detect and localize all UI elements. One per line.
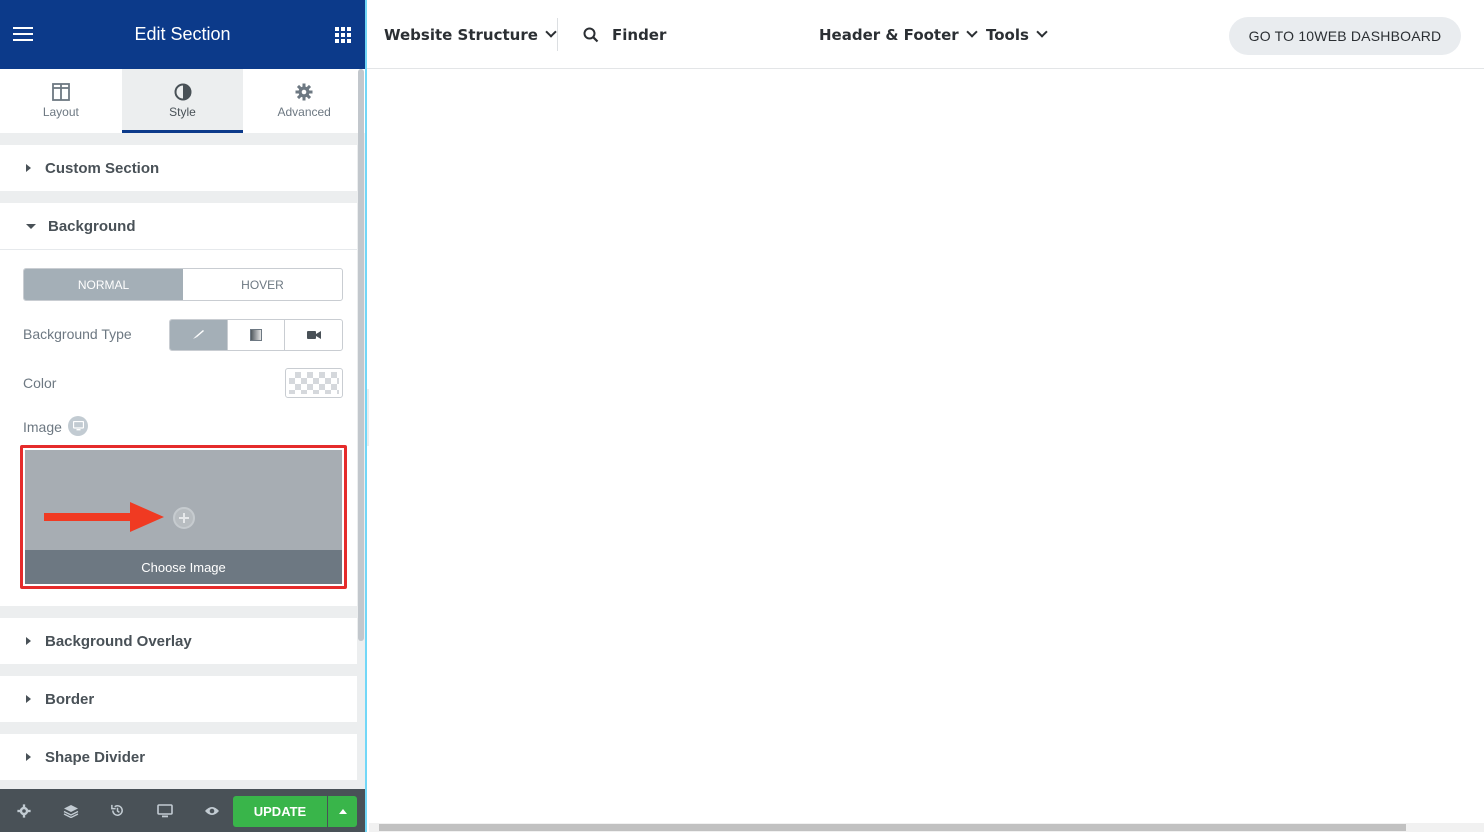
section-custom-section-label: Custom Section xyxy=(45,159,160,177)
section-shape-divider-label: Shape Divider xyxy=(45,748,146,766)
chevron-down-icon xyxy=(1036,26,1048,38)
panel-scrollbar[interactable] xyxy=(358,69,364,641)
section-background[interactable]: Background xyxy=(0,203,357,249)
header-footer-label: Header & Footer xyxy=(819,25,959,44)
caret-right-icon xyxy=(26,695,31,703)
caret-right-icon xyxy=(26,637,31,645)
background-controls: NORMAL HOVER Background Type Color Image… xyxy=(0,249,357,606)
panel-header: Edit Section xyxy=(0,0,365,69)
elementor-editor: Edit Section Layout Style Advanced Custo… xyxy=(0,0,1484,832)
choose-image-button[interactable]: Choose Image xyxy=(25,550,342,584)
video-camera-icon[interactable] xyxy=(284,320,342,350)
color-label: Color xyxy=(23,375,57,391)
color-picker-swatch[interactable] xyxy=(285,368,343,398)
panel-title: Edit Section xyxy=(134,24,231,44)
settings-gear-icon[interactable] xyxy=(0,789,47,832)
caret-right-icon xyxy=(26,164,31,172)
website-structure-menu[interactable]: Website Structure xyxy=(384,0,557,69)
header-footer-menu[interactable]: Header & Footer xyxy=(819,0,978,69)
background-type-choices xyxy=(169,319,343,351)
caret-down-icon xyxy=(26,223,36,229)
preview-eye-icon[interactable] xyxy=(188,789,235,832)
contrast-icon xyxy=(174,81,192,103)
section-border[interactable]: Border xyxy=(0,676,357,722)
style-sections: Custom Section Background NORMAL HOVER B… xyxy=(0,145,357,780)
chevron-down-icon xyxy=(545,26,557,38)
section-custom-section[interactable]: Custom Section xyxy=(0,145,357,191)
tab-advanced[interactable]: Advanced xyxy=(243,69,365,133)
annotation-arrow-icon xyxy=(44,502,164,532)
panel-tabs: Layout Style Advanced xyxy=(0,69,365,133)
tab-advanced-label: Advanced xyxy=(277,104,331,119)
navigator-layers-icon[interactable] xyxy=(47,789,94,832)
caret-right-icon xyxy=(26,753,31,761)
menu-icon[interactable] xyxy=(13,26,33,42)
section-background-overlay[interactable]: Background Overlay xyxy=(0,618,357,664)
section-background-overlay-label: Background Overlay xyxy=(45,632,192,650)
responsive-mode-icon[interactable] xyxy=(141,789,188,832)
finder-button[interactable]: Finder xyxy=(583,0,666,69)
search-icon xyxy=(583,27,599,42)
responsive-monitor-icon[interactable] xyxy=(68,416,88,436)
tab-layout-label: Layout xyxy=(42,104,79,119)
preview-canvas[interactable] xyxy=(369,69,1484,823)
layout-icon xyxy=(51,81,70,103)
gradient-icon[interactable] xyxy=(226,320,285,350)
topbar-divider xyxy=(557,18,558,51)
widgets-grid-icon[interactable] xyxy=(335,27,351,43)
section-shape-divider[interactable]: Shape Divider xyxy=(0,734,357,780)
tab-style-label: Style xyxy=(169,104,196,119)
website-structure-label: Website Structure xyxy=(384,25,538,44)
tools-menu[interactable]: Tools xyxy=(986,0,1048,69)
section-background-label: Background xyxy=(48,217,136,235)
tab-style[interactable]: Style xyxy=(121,69,244,133)
go-to-dashboard-button[interactable]: GO TO 10WEB DASHBOARD xyxy=(1229,17,1461,55)
history-icon[interactable] xyxy=(94,789,141,832)
state-switcher: NORMAL HOVER xyxy=(23,268,343,301)
tab-layout[interactable]: Layout xyxy=(0,69,122,133)
chevron-down-icon xyxy=(966,26,978,38)
finder-label: Finder xyxy=(612,25,667,44)
classic-brush-icon[interactable] xyxy=(170,320,227,350)
editor-panel: Edit Section Layout Style Advanced Custo… xyxy=(0,0,367,832)
top-navigation-bar: Website Structure Finder Header & Footer… xyxy=(367,0,1484,69)
horizontal-scrollbar[interactable] xyxy=(369,823,1484,832)
state-normal-button[interactable]: NORMAL xyxy=(24,269,183,300)
tools-label: Tools xyxy=(986,25,1029,44)
add-image-plus-icon[interactable] xyxy=(173,507,195,529)
gear-icon xyxy=(295,81,313,103)
background-type-label: Background Type xyxy=(23,326,132,342)
image-label: Image xyxy=(23,419,62,435)
update-options-caret-icon[interactable] xyxy=(328,796,357,827)
section-border-label: Border xyxy=(45,690,95,708)
state-hover-button[interactable]: HOVER xyxy=(183,269,342,300)
update-button[interactable]: UPDATE xyxy=(233,796,327,827)
